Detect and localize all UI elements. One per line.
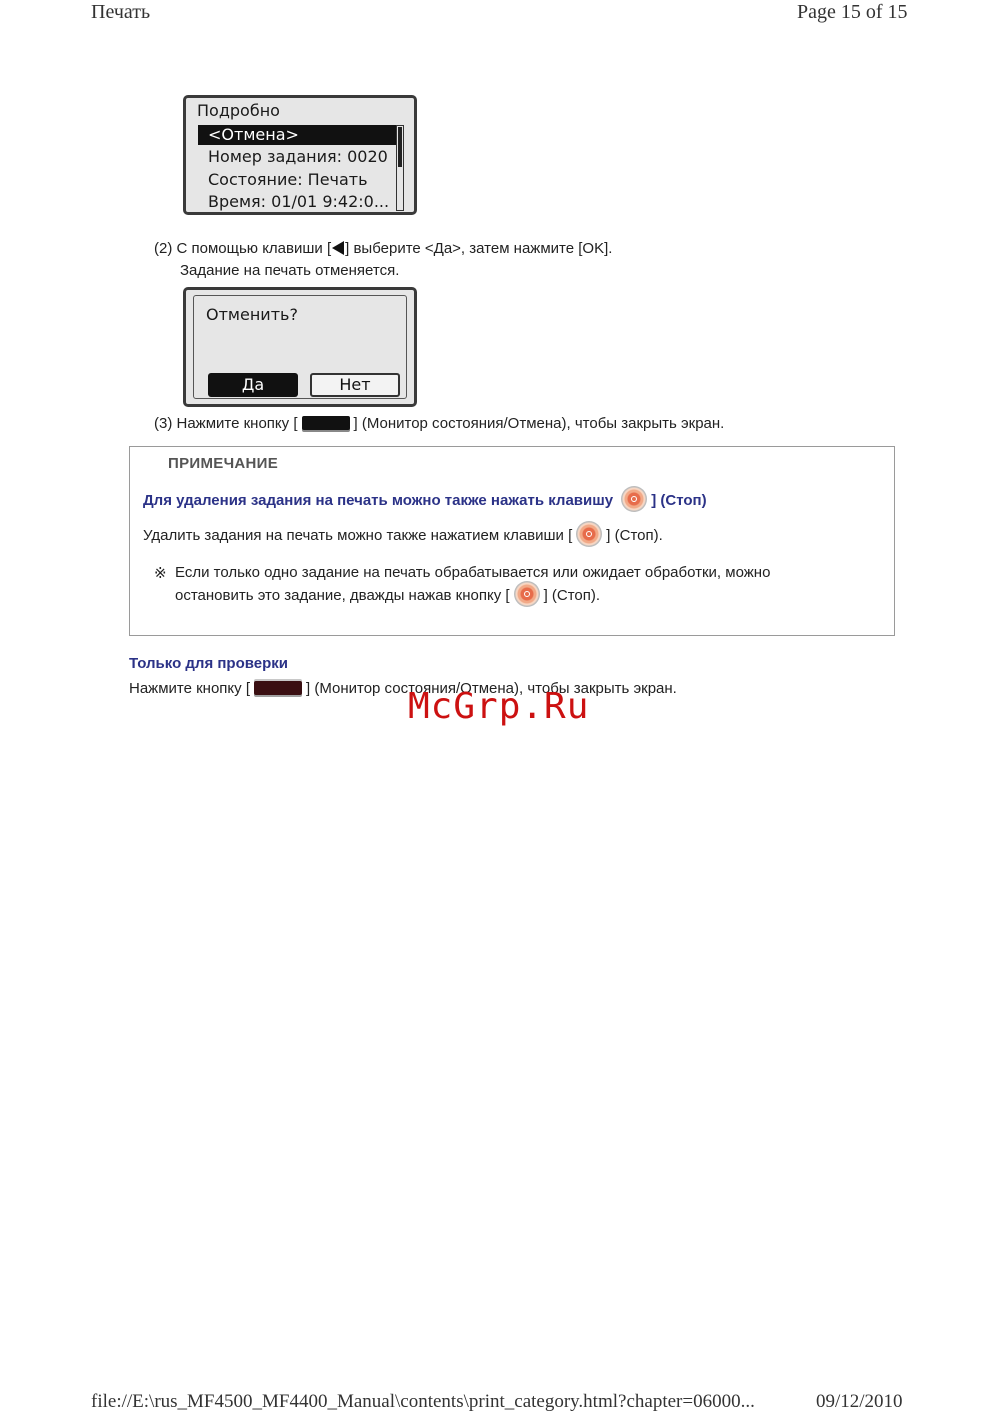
lcd-details-title: Подробно bbox=[197, 101, 280, 120]
lcd-no-button: Нет bbox=[310, 373, 400, 397]
footer-date: 09/12/2010 bbox=[816, 1391, 903, 1412]
lcd-confirm-frame: Отменить? Да Нет bbox=[193, 295, 407, 399]
step-2-text-a: (2) С помощью клавиши [ bbox=[154, 240, 332, 257]
note-title: Для удаления задания на печать можно так… bbox=[143, 486, 707, 514]
note-line-1-text-a: Удалить задания на печать можно также на… bbox=[143, 526, 573, 544]
step-2-line-1: (2) С помощью клавиши [ ] выберите <Да>, … bbox=[154, 240, 612, 257]
step-2-line-2: Задание на печать отменяется. bbox=[180, 262, 400, 279]
lcd-scrollbar-thumb bbox=[398, 127, 402, 167]
lcd-row-job-number: Номер задания: 0020 bbox=[208, 147, 388, 166]
lcd-row-cancel: <Отмена> bbox=[198, 125, 396, 145]
check-section-text: Нажмите кнопку [] (Монитор состояния/Отм… bbox=[129, 680, 677, 697]
note-bullet-mark: ※ bbox=[154, 565, 167, 582]
page-header-title: Печать bbox=[91, 1, 151, 23]
note-title-text-b: ] (Стоп) bbox=[651, 491, 707, 509]
lcd-scrollbar bbox=[396, 125, 404, 211]
stop-key-icon bbox=[513, 581, 540, 607]
watermark: McGrp.Ru bbox=[408, 686, 590, 727]
note-bullet-line-2-text-b: ] (Стоп). bbox=[543, 586, 601, 604]
note-line-1: Удалить задания на печать можно также на… bbox=[143, 521, 663, 549]
check-text-a: Нажмите кнопку [ bbox=[129, 680, 250, 697]
note-bullet-line-2: остановить это задание, дважды нажав кно… bbox=[175, 581, 601, 609]
status-monitor-key-icon bbox=[301, 416, 350, 430]
note-line-1-text-b: ] (Стоп). bbox=[606, 526, 663, 544]
stop-key-icon bbox=[576, 521, 603, 547]
lcd-row-time: Время: 01/01 9:42:0... bbox=[208, 192, 390, 211]
footer-file-path: file://E:\rus_MF4500_MF4400_Manual\conte… bbox=[91, 1391, 755, 1412]
left-arrow-key-icon bbox=[332, 241, 345, 255]
note-heading: ПРИМЕЧАНИЕ bbox=[168, 455, 279, 472]
check-section-title: Только для проверки bbox=[129, 655, 289, 672]
step-3: (3) Нажмите кнопку [ ] (Монитор состояния… bbox=[154, 415, 724, 432]
status-monitor-key-icon bbox=[254, 681, 302, 695]
lcd-details-screen: Подробно <Отмена> Номер задания: 0020 Со… bbox=[183, 95, 417, 215]
note-bullet-line-1: Если только одно задание на печать обраб… bbox=[175, 564, 771, 581]
lcd-yes-button: Да bbox=[208, 373, 298, 397]
page-number: Page 15 of 15 bbox=[797, 1, 908, 23]
note-box: ПРИМЕЧАНИЕ Для удаления задания на печат… bbox=[129, 446, 895, 636]
step-3-text-b: ] (Монитор состояния/Отмена), чтобы закр… bbox=[353, 415, 725, 432]
step-2-text-b: ] выберите <Да>, затем нажмите [OK]. bbox=[345, 240, 613, 257]
note-bullet-line-2-text-a: остановить это задание, дважды нажав кно… bbox=[175, 586, 510, 604]
note-title-text-a: Для удаления задания на печать можно так… bbox=[143, 491, 614, 509]
lcd-confirm-question: Отменить? bbox=[206, 305, 298, 324]
step-3-text-a: (3) Нажмите кнопку [ bbox=[154, 415, 298, 432]
stop-key-icon bbox=[621, 486, 648, 512]
lcd-cancel-confirm-screen: Отменить? Да Нет bbox=[183, 287, 417, 407]
lcd-row-status: Состояние: Печать bbox=[208, 170, 368, 189]
